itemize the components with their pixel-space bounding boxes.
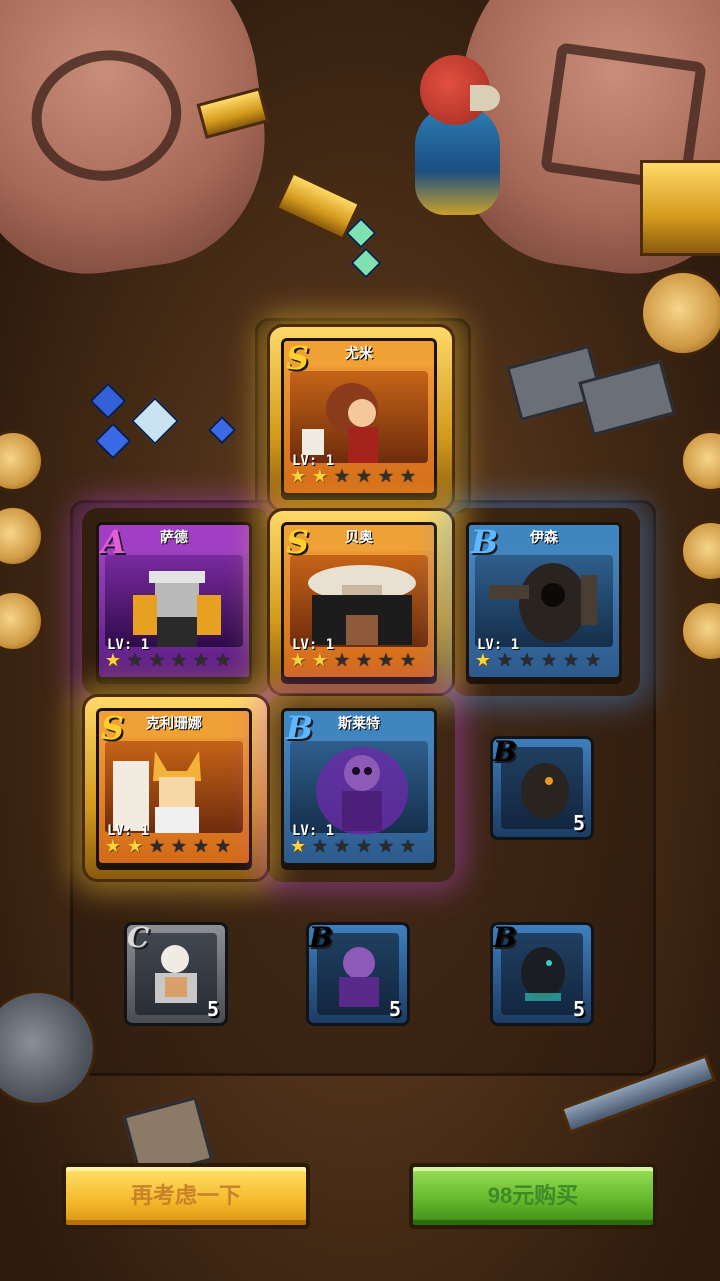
hero-token[interactable]: B 5	[490, 921, 594, 1026]
star-rating: ★ ★ ★ ★ ★ ★	[473, 651, 603, 673]
grade-badge: B	[309, 921, 333, 954]
hero-card-slot[interactable]: 伊森 B LV: 1 ★ ★ ★ ★ ★ ★	[466, 522, 626, 682]
star-icon: ★	[126, 650, 144, 671]
star-rating: ★ ★ ★ ★ ★ ★	[288, 467, 418, 489]
hero-card-slot[interactable]: 贝奥 S LV: 1 ★ ★ ★ ★ ★ ★	[267, 508, 455, 696]
star-icon: ★	[355, 836, 373, 857]
grade-badge: B	[286, 709, 314, 747]
hero-card[interactable]: 贝奥 S LV: 1 ★ ★ ★ ★ ★ ★	[281, 522, 437, 680]
star-icon: ★	[562, 650, 580, 671]
star-icon: ★	[289, 650, 307, 671]
grade-badge: S	[101, 709, 125, 747]
parrot-illustration	[395, 55, 515, 235]
star-rating: ★ ★ ★ ★ ★ ★	[288, 837, 418, 859]
token-count: 5	[206, 997, 219, 1021]
grade-badge: B	[493, 921, 517, 954]
star-icon: ★	[399, 836, 417, 857]
star-icon: ★	[214, 650, 232, 671]
star-icon: ★	[289, 466, 307, 487]
grade-badge: S	[286, 339, 310, 377]
hero-card[interactable]: 克利珊娜 S LV: 1 ★ ★ ★ ★ ★ ★	[96, 708, 252, 866]
hero-portrait	[105, 741, 243, 833]
star-icon: ★	[192, 836, 210, 857]
star-icon: ★	[192, 650, 210, 671]
game-scene: 尤米 S LV: 1 ★ ★ ★ ★ ★ ★ 萨德 A LV: 1 ★ ★ ★ …	[0, 0, 720, 1281]
star-rating: ★ ★ ★ ★ ★ ★	[103, 837, 233, 859]
hero-card[interactable]: 伊森 B LV: 1 ★ ★ ★ ★ ★ ★	[466, 522, 622, 680]
star-icon: ★	[170, 650, 188, 671]
hero-portrait	[290, 741, 428, 835]
star-icon: ★	[311, 466, 329, 487]
star-rating: ★ ★ ★ ★ ★ ★	[103, 651, 233, 673]
grade-badge: B	[471, 523, 499, 561]
grade-badge: B	[493, 735, 517, 768]
hero-token[interactable]: B 5	[306, 921, 410, 1026]
hero-token[interactable]: C 5	[124, 921, 228, 1026]
star-icon: ★	[311, 836, 329, 857]
hero-card[interactable]: 斯莱特 B LV: 1 ★ ★ ★ ★ ★ ★	[281, 708, 437, 866]
star-icon: ★	[399, 466, 417, 487]
coin-pile	[640, 270, 720, 356]
grade-badge: C	[127, 921, 150, 954]
star-icon: ★	[214, 836, 232, 857]
hero-portrait	[475, 555, 613, 647]
star-icon: ★	[333, 466, 351, 487]
star-icon: ★	[377, 836, 395, 857]
star-icon: ★	[104, 650, 122, 671]
hero-card[interactable]: 尤米 S LV: 1 ★ ★ ★ ★ ★ ★	[281, 338, 437, 496]
star-icon: ★	[355, 466, 373, 487]
star-icon: ★	[474, 650, 492, 671]
star-icon: ★	[496, 650, 514, 671]
star-icon: ★	[311, 650, 329, 671]
hero-card[interactable]: 萨德 A LV: 1 ★ ★ ★ ★ ★ ★	[96, 522, 252, 680]
hero-portrait	[290, 555, 428, 647]
star-icon: ★	[333, 650, 351, 671]
star-icon: ★	[377, 650, 395, 671]
hero-card-slot[interactable]: 萨德 A LV: 1 ★ ★ ★ ★ ★ ★	[96, 522, 256, 682]
token-count: 5	[388, 997, 401, 1021]
star-rating: ★ ★ ★ ★ ★ ★	[288, 651, 418, 673]
star-icon: ★	[170, 836, 188, 857]
star-icon: ★	[126, 836, 144, 857]
star-icon: ★	[289, 836, 307, 857]
grade-badge: A	[101, 523, 126, 561]
token-count: 5	[572, 997, 585, 1021]
star-icon: ★	[399, 650, 417, 671]
treasure-chest	[640, 160, 720, 256]
hero-card-slot[interactable]: 克利珊娜 S LV: 1 ★ ★ ★ ★ ★ ★	[82, 694, 270, 882]
star-icon: ★	[540, 650, 558, 671]
star-icon: ★	[377, 466, 395, 487]
star-icon: ★	[355, 650, 373, 671]
star-icon: ★	[584, 650, 602, 671]
star-icon: ★	[518, 650, 536, 671]
hero-token[interactable]: B 5	[490, 735, 594, 840]
tattoo-decoration	[23, 40, 190, 191]
reconsider-button[interactable]: 再考虑一下	[62, 1163, 310, 1229]
star-icon: ★	[148, 650, 166, 671]
star-icon: ★	[333, 836, 351, 857]
grade-badge: S	[286, 523, 310, 561]
star-icon: ★	[104, 836, 122, 857]
buy-button[interactable]: 98元购买	[409, 1163, 657, 1229]
star-icon: ★	[148, 836, 166, 857]
hero-portrait	[105, 555, 243, 647]
token-count: 5	[572, 811, 585, 835]
hero-portrait	[290, 371, 428, 463]
hero-card-slot[interactable]: 斯莱特 B LV: 1 ★ ★ ★ ★ ★ ★	[281, 708, 441, 868]
hero-card-slot[interactable]: 尤米 S LV: 1 ★ ★ ★ ★ ★ ★	[267, 324, 455, 512]
